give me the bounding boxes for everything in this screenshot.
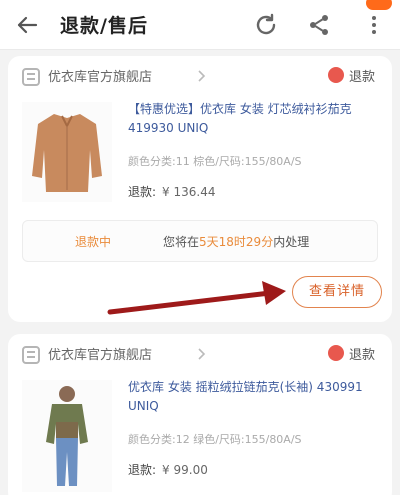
refund-order-card[interactable]: 优衣库官方旗舰店 退款 【特惠优选】优衣库 女装 灯芯绒衬衫茄克 419930 …	[8, 56, 392, 322]
refund-amount-value: ¥ 136.44	[162, 185, 216, 199]
page-title: 退款/售后	[60, 15, 148, 37]
refresh-icon[interactable]	[252, 11, 280, 39]
refund-order-card[interactable]: 优衣库官方旗舰店 退款 优衣库 女装 摇粒绒拉链茄克(长袖) 430991 UN…	[8, 334, 392, 495]
progress-deadline: 5天18时29分	[199, 235, 274, 249]
share-icon[interactable]	[305, 11, 333, 39]
view-details-button[interactable]: 查看详情	[292, 276, 382, 308]
chevron-right-icon	[198, 70, 206, 82]
product-title[interactable]: 优衣库 女装 摇粒绒拉链茄克(长袖) 430991 UNIQ	[128, 378, 378, 416]
model-image	[46, 386, 88, 486]
product-title[interactable]: 【特惠优选】优衣库 女装 灯芯绒衬衫茄克 419930 UNIQ	[128, 100, 378, 138]
store-icon	[22, 68, 40, 86]
refund-status-icon	[328, 345, 344, 361]
store-name[interactable]: 优衣库官方旗舰店	[48, 344, 152, 363]
refund-status-icon	[328, 67, 344, 83]
progress-text-prefix: 您将在	[163, 235, 200, 249]
refund-amount-label: 退款:	[128, 185, 157, 199]
arrow-left-icon[interactable]	[14, 12, 40, 38]
chevron-right-icon	[198, 348, 206, 360]
refund-amount: 退款: ¥ 136.44	[128, 183, 215, 200]
notification-badge	[366, 0, 392, 10]
store-icon	[22, 346, 40, 364]
product-image[interactable]	[22, 102, 112, 202]
more-icon[interactable]	[360, 11, 388, 39]
refund-amount-label: 退款:	[128, 463, 157, 477]
refund-progress-box[interactable]: 退款中 您将在5天18时29分内处理	[22, 220, 378, 262]
product-image[interactable]	[22, 380, 112, 492]
product-spec: 颜色分类:11 棕色/尺码:155/80A/S	[128, 155, 302, 168]
product-spec: 颜色分类:12 绿色/尺码:155/80A/S	[128, 433, 302, 446]
refund-status: 退款	[349, 348, 376, 363]
refund-status: 退款	[349, 70, 376, 85]
refund-amount: 退款: ¥ 99.00	[128, 461, 208, 478]
progress-text: 您将在5天18时29分内处理	[163, 233, 309, 250]
top-bar: 退款/售后	[0, 0, 400, 50]
refund-amount-value: ¥ 99.00	[162, 463, 208, 477]
store-name[interactable]: 优衣库官方旗舰店	[48, 66, 152, 85]
progress-text-suffix: 内处理	[273, 235, 310, 249]
jacket-image	[32, 114, 102, 192]
progress-status: 退款中	[75, 235, 112, 249]
